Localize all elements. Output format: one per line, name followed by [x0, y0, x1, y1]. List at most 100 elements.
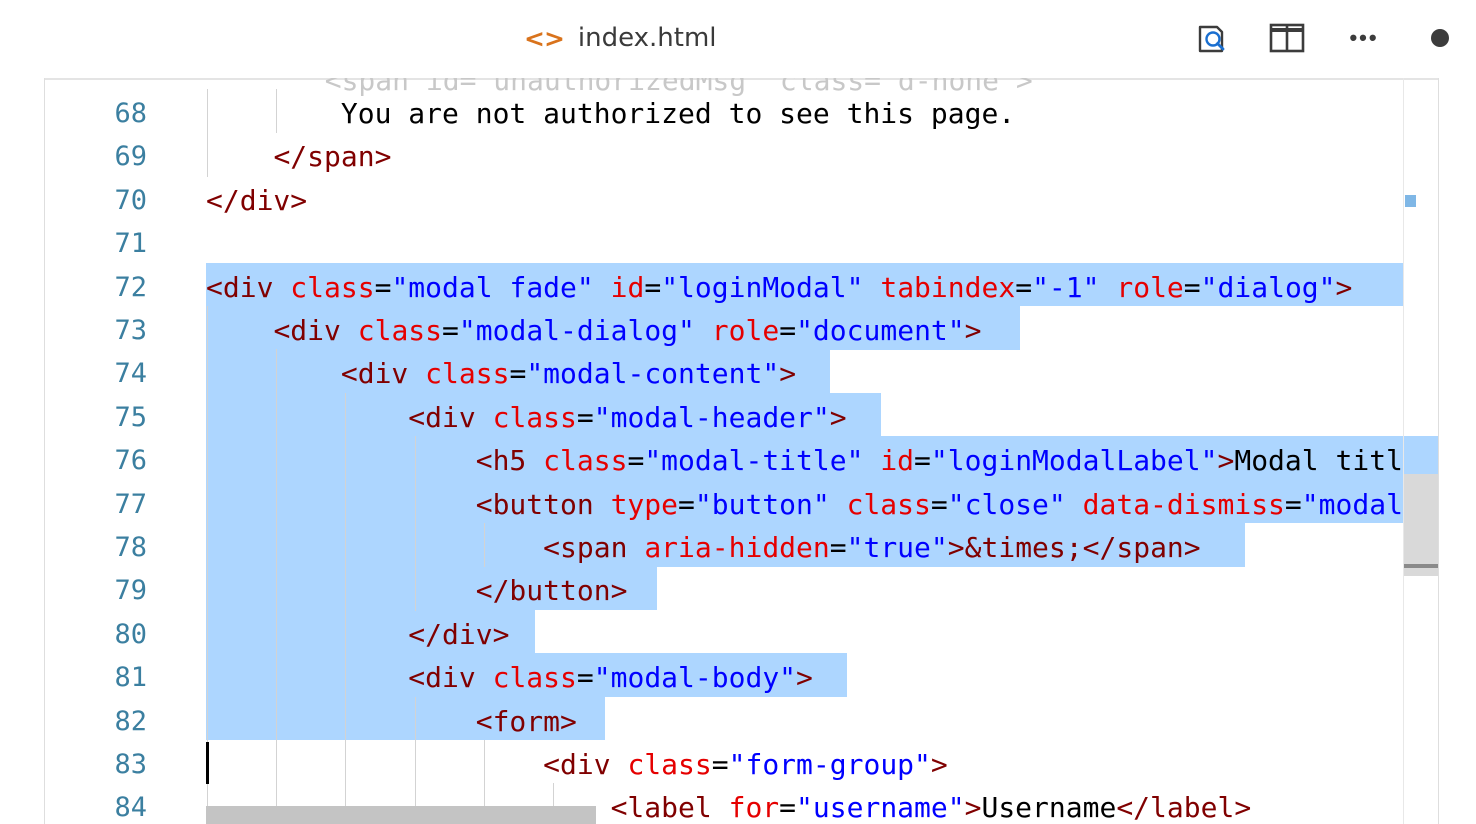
code-token: = — [678, 487, 695, 521]
horizontal-scrollbar[interactable] — [206, 806, 596, 824]
code-token: "modal-header" — [593, 400, 830, 434]
code-token: class — [543, 444, 628, 478]
line-number: 80 — [114, 618, 147, 650]
code-token: class — [492, 400, 577, 434]
code-token: class — [846, 487, 931, 521]
code-token: > — [1217, 444, 1235, 478]
code-line[interactable]: You are not authorized to see this page. — [206, 92, 1015, 135]
code-token: "modal-title" — [644, 444, 864, 478]
code-token: > — [1335, 270, 1353, 304]
code-line[interactable]: <div class="modal-header"> — [206, 396, 846, 439]
code-token: class — [492, 661, 577, 695]
code-token: "loginModalLabel" — [930, 444, 1218, 478]
code-token: <div — [543, 748, 628, 781]
line-number: 74 — [114, 358, 147, 390]
code-line[interactable]: <div class="form-group"> — [206, 743, 948, 786]
code-line[interactable]: <span aria-hidden="true">&times;</span> — [206, 526, 1201, 569]
code-token: "document" — [796, 314, 965, 347]
code-line[interactable]: <div class="modal-content"> — [206, 352, 796, 395]
split-editor-icon[interactable] — [1263, 14, 1311, 62]
code-token: role — [711, 314, 780, 347]
overview-cursor-marker — [1404, 564, 1438, 568]
code-line[interactable]: <form> — [206, 700, 577, 743]
line-number: 71 — [114, 228, 147, 260]
code-token: <span — [543, 531, 645, 564]
line-number: 82 — [114, 705, 147, 737]
code-token: "modal — [1301, 487, 1403, 521]
code-editor[interactable]: <span id="unauthorizedMsg" class="d-none… — [44, 78, 1439, 824]
code-token: = — [374, 270, 392, 304]
line-number: 68 — [114, 98, 147, 129]
code-token: <label — [610, 791, 729, 824]
code-token: You are not authorized to see this page. — [340, 97, 1016, 130]
line-number: 78 — [114, 532, 147, 563]
code-token: = — [914, 444, 931, 478]
line-number: 72 — [114, 271, 147, 303]
code-token: > — [964, 791, 982, 824]
code-token: = — [1015, 270, 1033, 304]
code-line[interactable]: </button> — [206, 569, 628, 612]
code-token: "form-group" — [728, 748, 931, 781]
overview-ruler[interactable] — [1403, 78, 1438, 824]
code-line[interactable]: </div> — [206, 613, 509, 656]
code-line[interactable]: </div> — [206, 179, 307, 222]
line-number: 77 — [114, 488, 147, 520]
code-token: tabindex — [880, 270, 1016, 304]
code-token: class — [627, 748, 712, 781]
line-number: 75 — [114, 401, 147, 433]
code-token: <div — [273, 314, 358, 347]
code-line[interactable]: <button type="button" class="close" data… — [206, 483, 1403, 526]
line-number: 69 — [114, 141, 147, 173]
code-token: &times; — [964, 531, 1083, 564]
code-token: <form> — [475, 704, 577, 738]
code-line[interactable]: <div class="modal-body"> — [206, 656, 813, 699]
code-token: "-1" — [1032, 270, 1100, 304]
code-line[interactable]: <div class="modal fade" id="loginModal" … — [206, 266, 1352, 309]
code-token: id — [880, 444, 915, 478]
vertical-scrollbar-thumb[interactable] — [1404, 474, 1438, 576]
text-cursor — [206, 742, 209, 784]
code-token: = — [829, 531, 847, 564]
code-token: = — [779, 791, 797, 824]
code-token: data-dismiss — [1082, 487, 1285, 521]
more-actions-icon[interactable]: ••• — [1340, 14, 1388, 62]
line-number: 81 — [114, 662, 147, 694]
code-token: = — [576, 661, 594, 695]
code-token: "loginModal" — [661, 270, 864, 304]
editor-tab[interactable]: <> index.html — [524, 18, 717, 58]
code-token: = — [442, 314, 459, 347]
code-token: > — [947, 531, 965, 564]
line-number: 83 — [114, 749, 147, 780]
open-preview-icon[interactable] — [1187, 14, 1235, 62]
code-token: id — [610, 270, 645, 304]
code-token: = — [711, 748, 729, 781]
code-line[interactable]: <h5 class="modal-title" id="loginModalLa… — [206, 439, 1403, 482]
code-token: </label> — [1116, 791, 1252, 824]
code-token: "true" — [846, 531, 948, 564]
code-token: for — [728, 791, 780, 824]
unsaved-dot-icon[interactable] — [1416, 14, 1464, 62]
code-token: aria-hidden — [644, 531, 830, 564]
code-token: > — [964, 314, 982, 347]
tab-file-name: index.html — [577, 23, 717, 53]
code-token: "modal fade" — [391, 270, 594, 304]
code-token: = — [644, 270, 662, 304]
code-line[interactable]: <div class="modal-dialog" role="document… — [206, 309, 982, 352]
code-token: "button" — [694, 487, 830, 521]
code-token: "modal-body" — [593, 661, 797, 695]
code-line[interactable]: </span> — [206, 135, 391, 178]
code-token: "dialog" — [1200, 270, 1336, 304]
code-token: "modal-content" — [526, 357, 780, 391]
code-token: = — [1183, 270, 1201, 304]
